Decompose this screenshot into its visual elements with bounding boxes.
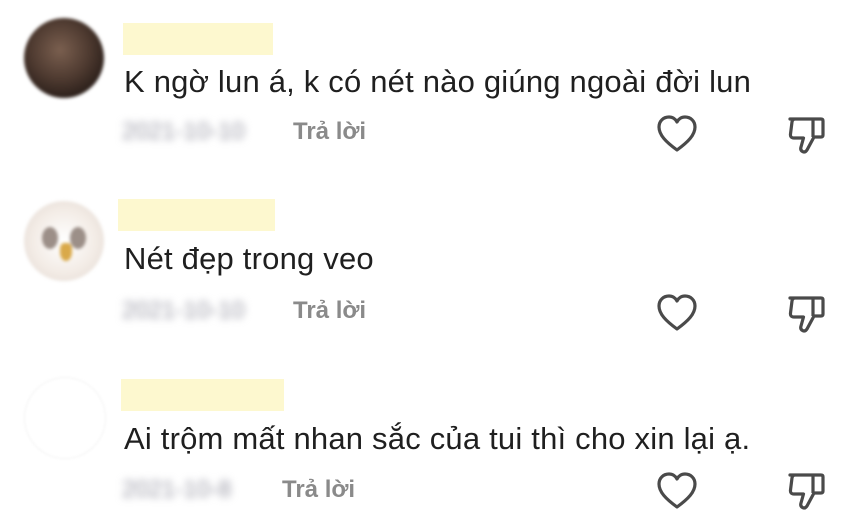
thumbs-down-outline-icon[interactable] (786, 469, 826, 511)
comment-text: K ngờ lun á, k có nét nào giúng ngoài đờ… (124, 64, 752, 99)
avatar[interactable] (24, 201, 104, 281)
username-redacted[interactable] (123, 23, 273, 55)
comment-item: Ai trộm mất nhan sắc của tui thì cho xin… (0, 373, 860, 523)
heart-outline-icon[interactable] (656, 114, 698, 154)
comment-date: 2021-10-10 (122, 297, 245, 324)
avatar[interactable] (24, 18, 104, 98)
avatar-eye (70, 227, 86, 249)
comment-date: 2021-10-10 (122, 118, 245, 145)
thumbs-down-outline-icon[interactable] (786, 113, 826, 155)
reply-button[interactable]: Trả lời (293, 297, 366, 325)
username-redacted[interactable] (121, 379, 284, 411)
thumbs-down-outline-icon[interactable] (786, 292, 826, 334)
comment-text: Nét đẹp trong veo (124, 241, 374, 276)
reply-button[interactable]: Trả lời (282, 476, 355, 504)
comment-date: 2021-10-8 (122, 476, 232, 503)
heart-outline-icon[interactable] (656, 293, 698, 333)
comment-text: Ai trộm mất nhan sắc của tui thì cho xin… (124, 421, 751, 456)
comment-item: K ngờ lun á, k có nét nào giúng ngoài đờ… (0, 18, 860, 193)
heart-outline-icon[interactable] (656, 471, 698, 511)
reply-button[interactable]: Trả lời (293, 118, 366, 146)
avatar[interactable] (24, 377, 106, 459)
username-redacted[interactable] (118, 199, 275, 231)
comment-item: Nét đẹp trong veo 2021-10-10 Trả lời (0, 195, 860, 370)
avatar-beak (60, 243, 72, 261)
avatar-eye (42, 227, 58, 249)
